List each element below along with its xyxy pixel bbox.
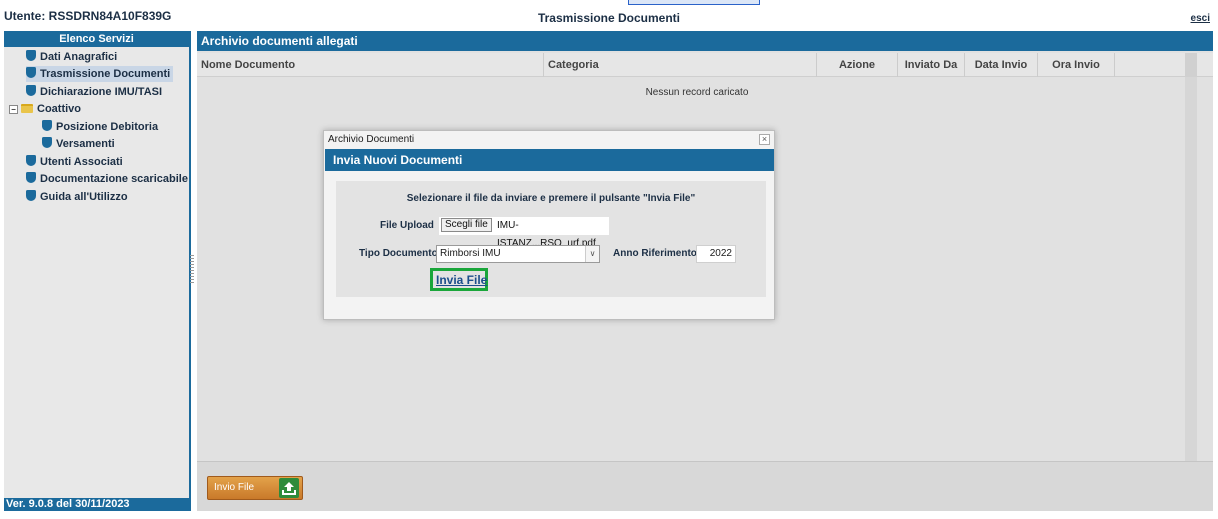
sidebar-item-label: Documentazione scaricabile [40, 173, 188, 185]
tipo-documento-select[interactable]: Rimborsi IMU ∨ [436, 245, 600, 263]
shield-icon [26, 172, 36, 183]
sidebar-item-coattivo[interactable]: − Coattivo [9, 101, 81, 117]
upload-form: Selezionare il file da inviare e premere… [336, 181, 766, 297]
shield-icon [42, 137, 52, 148]
close-icon[interactable]: × [759, 134, 770, 145]
sidebar-item-dichiarazione-imu-tasi[interactable]: Dichiarazione IMU/TASI [26, 84, 162, 100]
upload-dialog: Archivio Documenti × Invia Nuovi Documen… [323, 130, 775, 320]
vertical-scrollbar[interactable] [1185, 77, 1197, 461]
shield-icon [26, 67, 36, 78]
folder-icon [21, 104, 33, 113]
chevron-down-icon: ∨ [585, 246, 599, 262]
sidebar-item-guida-utilizzo[interactable]: Guida all'Utilizzo [26, 189, 128, 205]
footer-toolbar: Invio File [197, 461, 1213, 511]
logout-link[interactable]: esci [1191, 13, 1210, 24]
sidebar-item-utenti-associati[interactable]: Utenti Associati [26, 154, 123, 170]
tipo-documento-value: Rimborsi IMU [440, 248, 501, 259]
shield-icon [42, 120, 52, 131]
file-upload-input[interactable]: Scegli file IMU-ISTANZ...RSO_urf.pdf [439, 217, 609, 249]
column-header-azione[interactable]: Azione [817, 53, 897, 77]
shield-icon [26, 50, 36, 61]
choose-file-button[interactable]: Scegli file [441, 218, 492, 232]
column-header-categoria[interactable]: Categoria [544, 53, 816, 77]
version-label: Ver. 9.0.8 del 30/11/2023 [4, 498, 191, 511]
collapse-toggle-icon[interactable]: − [9, 105, 18, 114]
sidebar-item-label: Versamenti [56, 138, 115, 150]
sidebar-item-trasmissione-documenti[interactable]: Trasmissione Documenti [26, 66, 173, 82]
instruction-text: Selezionare il file da inviare e premere… [406, 193, 696, 204]
sidebar-item-label: Dichiarazione IMU/TASI [40, 86, 163, 98]
column-header-nome-documento[interactable]: Nome Documento [197, 53, 543, 77]
sidebar-title: Elenco Servizi [4, 31, 189, 47]
dialog-title: Archivio Documenti [328, 134, 415, 145]
top-bar: Utente: RSSDRN84A10F839G Trasmissione Do… [0, 0, 1218, 30]
sidebar-item-label: Guida all'Utilizzo [40, 191, 128, 203]
column-header-ora-invio[interactable]: Ora Invio [1038, 53, 1114, 77]
panel-title: Archivio documenti allegati [197, 31, 1213, 51]
dialog-header: Invia Nuovi Documenti [325, 149, 774, 171]
shield-icon [26, 155, 36, 166]
tipo-documento-label: Tipo Documento [359, 248, 438, 259]
page-title: Trasmissione Documenti [537, 11, 681, 25]
column-header-data-invio[interactable]: Data Invio [965, 53, 1037, 77]
sidebar-item-label: Trasmissione Documenti [40, 68, 171, 80]
title-highlight [628, 0, 760, 5]
invio-file-label: Invio File [214, 482, 255, 493]
sidebar-item-versamenti[interactable]: Versamenti [42, 136, 115, 152]
sidebar-item-label: Dati Anagrafici [40, 51, 118, 63]
sidebar-item-label: Posizione Debitoria [56, 121, 159, 133]
scrollbar-header [1185, 53, 1197, 77]
anno-riferimento-input[interactable]: 2022 [696, 245, 736, 263]
shield-icon [26, 190, 36, 201]
upload-icon [279, 478, 299, 498]
empty-message: Nessun record caricato [645, 87, 749, 98]
invio-file-button[interactable]: Invio File [207, 476, 303, 500]
column-divider [1114, 53, 1115, 77]
sidebar-item-posizione-debitoria[interactable]: Posizione Debitoria [42, 119, 158, 135]
column-header-inviato-da[interactable]: Inviato Da [898, 53, 964, 77]
shield-icon [26, 85, 36, 96]
submit-highlight: Invia File [430, 268, 488, 291]
sidebar-resize-handle[interactable] [190, 255, 194, 285]
invia-file-link[interactable]: Invia File [436, 273, 487, 287]
anno-riferimento-label: Anno Riferimento [613, 248, 697, 259]
sidebar: Elenco Servizi Dati Anagrafici Trasmissi… [4, 31, 191, 511]
sidebar-item-documentazione-scaricabile[interactable]: Documentazione scaricabile [26, 171, 188, 187]
file-upload-label: File Upload [380, 220, 434, 231]
sidebar-item-label: Coattivo [37, 103, 81, 115]
sidebar-item-dati-anagrafici[interactable]: Dati Anagrafici [26, 49, 117, 65]
sidebar-item-label: Utenti Associati [40, 156, 123, 168]
